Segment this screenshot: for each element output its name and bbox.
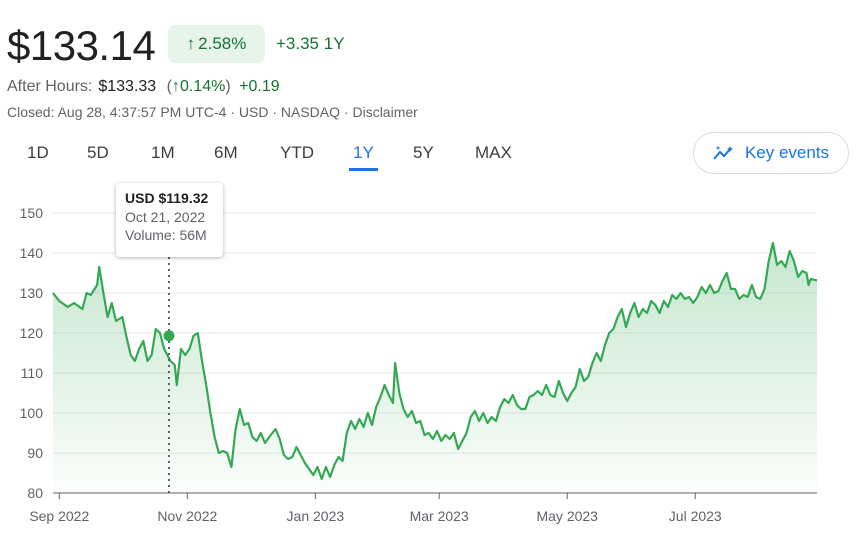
price-chart[interactable]: 80 90 100 110 120 130 140 150 Sep 2022 Nov 2022 Ja… <box>0 0 861 547</box>
highlight-point <box>163 330 175 342</box>
x-tick-label: Mar 2023 <box>410 508 469 524</box>
price-area <box>53 243 817 493</box>
y-tick-label: 130 <box>20 285 44 301</box>
y-tick-label: 120 <box>20 325 44 341</box>
x-tick-label: Sep 2022 <box>29 508 89 524</box>
y-tick-label: 90 <box>27 445 43 461</box>
x-tick-label: May 2023 <box>536 508 598 524</box>
y-tick-label: 140 <box>20 245 44 261</box>
x-tick-label: Nov 2022 <box>157 508 217 524</box>
y-tick-label: 100 <box>20 405 44 421</box>
y-tick-label: 80 <box>27 485 43 501</box>
x-tick-label: Jan 2023 <box>287 508 345 524</box>
tooltip-volume: Volume: 56M <box>125 227 207 243</box>
tooltip-price: USD $119.32 <box>125 190 209 206</box>
area-layer <box>53 243 817 493</box>
y-tick-label: 110 <box>21 365 44 381</box>
tooltip-date: Oct 21, 2022 <box>125 209 206 225</box>
x-tick-label: Jul 2023 <box>669 508 722 524</box>
chart-tooltip: USD $119.32 Oct 21, 2022 Volume: 56M <box>116 183 223 257</box>
y-tick-label: 150 <box>20 205 44 221</box>
